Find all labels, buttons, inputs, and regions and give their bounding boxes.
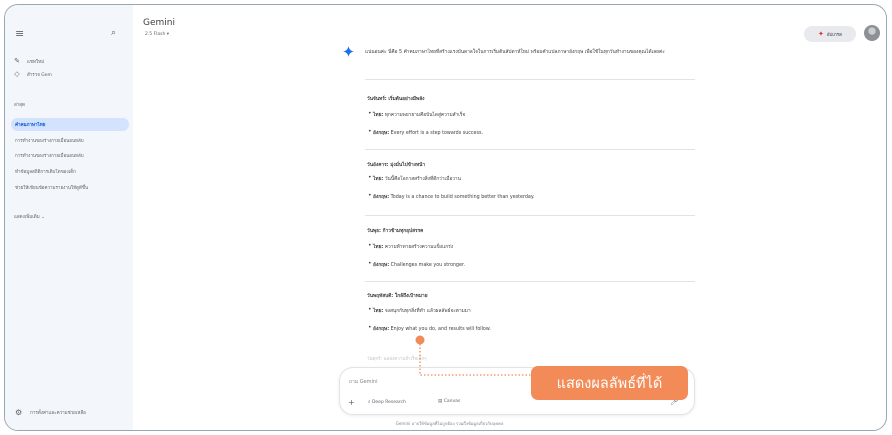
search-icon[interactable]: ⌕ [111, 28, 116, 38]
avatar[interactable] [864, 25, 880, 41]
explore-gem-button[interactable]: ◇ สำรวจ Gem [13, 68, 52, 80]
settings-label: การตั้งค่าและความช่วยเหลือ [30, 411, 86, 416]
model-picker[interactable]: 2.5 Flash ▾ [145, 32, 169, 37]
annotation-label: แสดงผลลัพธ์ที่ได้ [531, 366, 688, 400]
thai-label: ไทย: [373, 113, 384, 118]
english-text: Every effort is a step towards success. [390, 131, 484, 136]
thai-quote: ไทย: วันนี้คือโอกาสสร้างสิ่งที่ดีกว่าเมื… [368, 174, 461, 183]
thai-text: ความท้าทายสร้างความแข็งแกร่ง [384, 245, 454, 250]
day-title: วันจันทร์: เริ่มต้นอย่างมีพลัง [367, 97, 425, 102]
prompt-input[interactable]: ถาม Gemini [349, 378, 378, 386]
recent-chat-item[interactable]: ช่วยให้เขียนข้อความรายงานให้ดูดีขึ้น [11, 181, 129, 194]
show-more-button[interactable]: แสดงเพิ่มเติม ⌄ [14, 213, 45, 220]
thai-text: จงสนุกกับทุกสิ่งที่ทำ แล้วผลลัพธ์จะตามมา [384, 309, 471, 314]
english-label: อังกฤษ: [373, 327, 390, 332]
deep-research-button[interactable]: ⌕ Deep Research [368, 399, 406, 405]
edit-icon: ✎ [14, 57, 20, 65]
day-title: วันพฤหัสบดี: ใกล้ถึงเป้าหมาย [367, 294, 428, 299]
recent-chat-item[interactable]: การทำงานของร่างกายเมื่อนอนหลับ [11, 134, 129, 147]
divider [365, 79, 695, 80]
gemini-sparkle-icon [343, 46, 354, 57]
english-label: อังกฤษ: [373, 195, 390, 200]
english-quote: อังกฤษ: Today is a chance to build somet… [368, 192, 535, 201]
thai-label: ไทย: [373, 309, 384, 314]
thai-quote: ไทย: ความท้าทายสร้างความแข็งแกร่ง [368, 242, 454, 251]
new-chat-label: แชทใหม่ [27, 59, 45, 65]
english-label: อังกฤษ: [373, 131, 390, 136]
sidebar: ≡ ⌕ ✎ แชทใหม่ ◇ สำรวจ Gem ล่าสุด คำคมภาษ… [5, 5, 133, 430]
thai-quote: ไทย: จงสนุกกับทุกสิ่งที่ทำ แล้วผลลัพธ์จะ… [368, 306, 471, 315]
menu-icon[interactable]: ≡ [15, 28, 24, 39]
english-quote: อังกฤษ: Every effort is a step towards s… [368, 128, 484, 137]
thai-text: ทุกความพยายามคือบันไดสู่ความสำเร็จ [384, 113, 466, 118]
english-label: อังกฤษ: [373, 263, 390, 268]
upgrade-label: อัปเกรด [826, 32, 843, 38]
gear-icon: ⚙ [15, 408, 23, 417]
day-title: วันอังคาร: มุ่งมั่นไปข้างหน้า [367, 163, 426, 168]
thai-quote: ไทย: ทุกความพยายามคือบันไดสู่ความสำเร็จ [368, 110, 466, 119]
english-quote: อังกฤษ: Enjoy what you do, and results w… [368, 324, 491, 333]
english-text: Today is a chance to build something bet… [390, 195, 535, 200]
disclaimer-text: Gemini อาจให้ข้อมูลที่ไม่ถูกต้อง รวมถึงข… [395, 421, 504, 426]
explore-gem-label: สำรวจ Gem [27, 72, 52, 78]
divider [365, 215, 695, 216]
upgrade-button[interactable]: ✦ อัปเกรด [804, 26, 856, 42]
recent-heading: ล่าสุด [14, 103, 25, 108]
recent-chat-item[interactable]: คำคมภาษาไทย [11, 118, 129, 131]
divider [365, 149, 695, 150]
recent-chat-item[interactable]: ทำข้อมูลสถิติการเติบโตของเด็ก [11, 165, 129, 178]
app-title: Gemini [143, 18, 175, 28]
plus-icon[interactable]: + [348, 398, 355, 407]
english-quote: อังกฤษ: Challenges make you stronger. [368, 260, 465, 269]
english-text: Challenges make you stronger. [390, 263, 465, 268]
deep-research-label: Deep Research [371, 400, 406, 405]
sparkle-icon: ✦ [817, 30, 824, 38]
fading-response-text: วันศุกร์: ฉลองความสำเร็จเล็กๆ [367, 357, 427, 362]
thai-text: วันนี้คือโอกาสสร้างสิ่งที่ดีกว่าเมื่อวาน [384, 177, 461, 182]
day-title: วันพุธ: ก้าวข้ามทุกอุปสรรค [367, 229, 424, 234]
canvas-button[interactable]: ▤ Canvas [438, 399, 460, 404]
new-chat-button[interactable]: ✎ แชทใหม่ [13, 55, 44, 67]
recent-chat-item[interactable]: การทำงานของร่างกายเมื่อนอนหลับ [11, 149, 129, 162]
canvas-label: Canvas [443, 399, 461, 404]
disclaimer: Gemini อาจให้ข้อมูลที่ไม่ถูกต้อง รวมถึงข… [5, 420, 886, 427]
app-window: ≡ ⌕ ✎ แชทใหม่ ◇ สำรวจ Gem ล่าสุด คำคมภาษ… [4, 4, 887, 431]
thai-label: ไทย: [373, 245, 384, 250]
thai-label: ไทย: [373, 177, 384, 182]
divider [365, 281, 695, 282]
settings-button[interactable]: ⚙ การตั้งค่าและความช่วยเหลือ [15, 408, 86, 417]
english-text: Enjoy what you do, and results will foll… [390, 327, 491, 332]
gem-icon: ◇ [14, 70, 20, 78]
response-intro: แน่นอนค่ะ นี่คือ 5 คำคมภาษาไทยที่สร้างแร… [365, 50, 665, 55]
